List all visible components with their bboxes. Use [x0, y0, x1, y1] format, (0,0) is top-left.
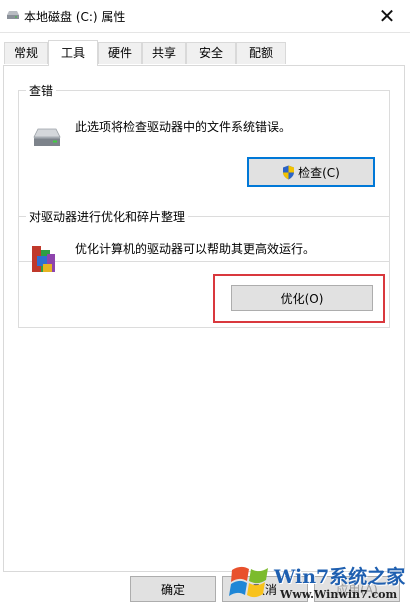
- close-button[interactable]: ✕: [364, 0, 410, 32]
- tab-sharing[interactable]: 共享: [142, 42, 186, 64]
- cancel-button[interactable]: 取消: [222, 576, 308, 602]
- highlight-annotation: [213, 274, 385, 323]
- apply-button-label: 应用(A): [336, 582, 378, 597]
- apply-button[interactable]: 应用(A): [314, 576, 400, 602]
- close-icon: ✕: [378, 4, 396, 28]
- cancel-button-label: 取消: [252, 582, 277, 597]
- defrag-icon: [29, 242, 59, 279]
- check-button[interactable]: 检查(C): [247, 157, 375, 187]
- window-title: 本地磁盘 (C:) 属性: [24, 10, 126, 24]
- error-check-title: 查错: [26, 82, 57, 99]
- optimize-title: 对驱动器进行优化和碎片整理: [26, 208, 189, 225]
- tab-strip: 常规 工具 硬件 共享 安全 配额: [0, 40, 410, 66]
- tab-general[interactable]: 常规: [4, 42, 48, 64]
- drive-title-icon: [6, 9, 20, 24]
- tab-security[interactable]: 安全: [186, 42, 236, 64]
- optimize-description: 优化计算机的驱动器可以帮助其更高效运行。: [75, 242, 316, 256]
- tab-label: 硬件: [107, 46, 132, 60]
- ok-button[interactable]: 确定: [130, 576, 216, 602]
- uac-shield-icon: [282, 165, 295, 180]
- title-bar: 本地磁盘 (C:) 属性 ✕: [0, 0, 410, 33]
- drive-icon: [32, 127, 62, 152]
- tools-panel: 查错 此选项将检查驱动器中的文件系统错误。 检查(C) 对驱动器进行优化和碎片整…: [3, 65, 405, 572]
- tab-tools[interactable]: 工具: [48, 40, 98, 66]
- tab-label: 常规: [13, 46, 38, 60]
- ok-button-label: 确定: [160, 582, 185, 597]
- check-button-label: 检查(C): [298, 165, 340, 180]
- tab-quota[interactable]: 配额: [236, 42, 286, 64]
- tab-label: 安全: [198, 46, 223, 60]
- tab-hardware[interactable]: 硬件: [98, 42, 142, 64]
- error-check-description: 此选项将检查驱动器中的文件系统错误。: [75, 120, 292, 134]
- tab-label: 工具: [60, 46, 85, 60]
- tab-label: 共享: [151, 46, 176, 60]
- tab-label: 配额: [248, 46, 273, 60]
